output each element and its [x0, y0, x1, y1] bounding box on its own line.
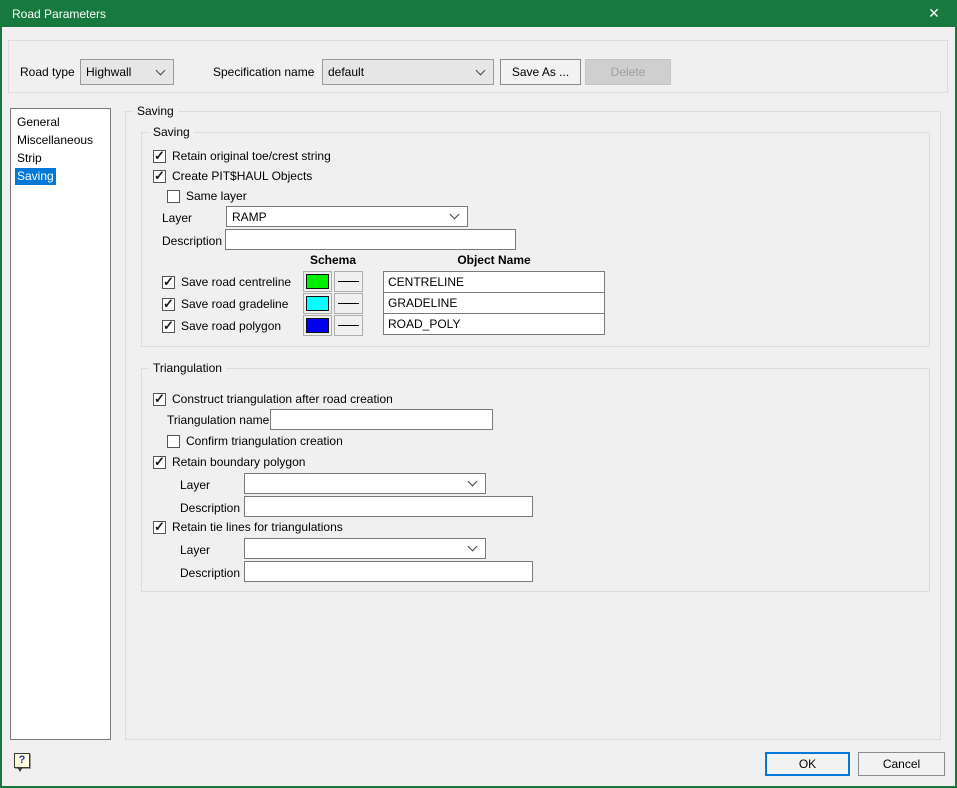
confirm-triangulation-checkbox-row[interactable]: Confirm triangulation creation — [167, 433, 343, 449]
gradeline-name-input[interactable] — [383, 292, 605, 314]
spec-name-label: Specification name — [213, 65, 314, 80]
checkbox-label: Retain boundary polygon — [172, 455, 305, 469]
save-polygon-checkbox-row[interactable]: Save road polygon — [162, 318, 281, 334]
spec-name-value: default — [328, 65, 477, 79]
checkbox-label: Save road polygon — [181, 319, 281, 333]
layer-combobox[interactable]: RAMP — [226, 206, 468, 227]
polygon-name-input[interactable] — [383, 313, 605, 335]
cancel-button[interactable]: Cancel — [858, 752, 945, 776]
save-gradeline-checkbox-row[interactable]: Save road gradeline — [162, 296, 288, 312]
tie-description-label: Description — [180, 566, 240, 581]
triangulation-name-input[interactable] — [270, 409, 493, 430]
road-type-combobox[interactable]: Highwall — [80, 59, 174, 85]
close-button[interactable]: ✕ — [911, 0, 957, 27]
checkbox-icon[interactable] — [153, 456, 166, 469]
checkbox-icon[interactable] — [167, 435, 180, 448]
save-as-button[interactable]: Save As ... — [500, 59, 581, 85]
checkbox-label: Create PIT$HAUL Objects — [172, 169, 312, 183]
tie-layer-combobox[interactable] — [244, 538, 486, 559]
checkbox-icon[interactable] — [162, 276, 175, 289]
checkbox-icon[interactable] — [153, 521, 166, 534]
chevron-down-icon — [468, 542, 478, 552]
same-layer-checkbox-row[interactable]: Same layer — [167, 188, 247, 204]
saving-page-group-title: Saving — [133, 104, 178, 119]
description-input[interactable] — [225, 229, 516, 250]
colour-swatch — [306, 296, 329, 311]
sidebar-item-strip[interactable]: Strip — [11, 149, 110, 167]
close-icon: ✕ — [928, 5, 940, 22]
checkbox-icon[interactable] — [162, 320, 175, 333]
checkbox-icon[interactable] — [162, 298, 175, 311]
chevron-down-icon — [156, 65, 166, 75]
checkbox-icon[interactable] — [167, 190, 180, 203]
title-bar: Road Parameters — [0, 0, 957, 27]
line-style-icon — [338, 325, 359, 326]
tie-layer-label: Layer — [180, 543, 210, 558]
tie-description-input[interactable] — [244, 561, 533, 582]
triangulation-name-label: Triangulation name — [167, 413, 269, 428]
gradeline-colour-button[interactable] — [303, 293, 332, 314]
checkbox-icon[interactable] — [153, 150, 166, 163]
checkbox-label: Confirm triangulation creation — [186, 434, 343, 448]
schema-header: Schema — [301, 253, 365, 268]
spec-name-combobox[interactable]: default — [322, 59, 494, 85]
boundary-layer-label: Layer — [180, 478, 210, 493]
saving-group-title: Saving — [149, 125, 194, 140]
create-pithaul-checkbox-row[interactable]: Create PIT$HAUL Objects — [153, 168, 312, 184]
page-listbox[interactable]: General Miscellaneous Strip Saving — [10, 108, 111, 740]
checkbox-label: Retain tie lines for triangulations — [172, 520, 343, 534]
checkbox-label: Save road centreline — [181, 275, 291, 289]
road-type-value: Highwall — [86, 65, 157, 79]
triangulation-group-title: Triangulation — [149, 361, 226, 376]
boundary-description-label: Description — [180, 501, 240, 516]
save-centreline-checkbox-row[interactable]: Save road centreline — [162, 274, 291, 290]
checkbox-label: Construct triangulation after road creat… — [172, 392, 393, 406]
colour-swatch — [306, 318, 329, 333]
centreline-colour-button[interactable] — [303, 271, 332, 292]
polygon-colour-button[interactable] — [303, 315, 332, 336]
sidebar-item-miscellaneous[interactable]: Miscellaneous — [11, 131, 110, 149]
chevron-down-icon — [450, 210, 460, 220]
retain-tie-lines-checkbox-row[interactable]: Retain tie lines for triangulations — [153, 519, 343, 535]
checkbox-label: Retain original toe/crest string — [172, 149, 331, 163]
sidebar-item-saving[interactable]: Saving — [11, 167, 110, 185]
layer-label: Layer — [162, 211, 192, 226]
boundary-description-input[interactable] — [244, 496, 533, 517]
retain-boundary-checkbox-row[interactable]: Retain boundary polygon — [153, 454, 305, 470]
boundary-layer-combobox[interactable] — [244, 473, 486, 494]
road-type-label: Road type — [20, 65, 75, 80]
checkbox-icon[interactable] — [153, 393, 166, 406]
ok-button[interactable]: OK — [765, 752, 850, 776]
delete-button: Delete — [585, 59, 671, 85]
polygon-linestyle-button[interactable] — [334, 315, 363, 336]
help-button[interactable]: ? — [14, 753, 30, 768]
retain-toe-crest-checkbox-row[interactable]: Retain original toe/crest string — [153, 148, 331, 164]
centreline-name-input[interactable] — [383, 271, 605, 293]
checkbox-icon[interactable] — [153, 170, 166, 183]
line-style-icon — [338, 303, 359, 304]
checkbox-label: Save road gradeline — [181, 297, 288, 311]
chevron-down-icon — [468, 477, 478, 487]
object-name-header: Object Name — [383, 253, 605, 268]
window-title: Road Parameters — [12, 7, 106, 21]
colour-swatch — [306, 274, 329, 289]
construct-triangulation-checkbox-row[interactable]: Construct triangulation after road creat… — [153, 391, 393, 407]
centreline-linestyle-button[interactable] — [334, 271, 363, 292]
help-icon: ? — [19, 754, 26, 767]
line-style-icon — [338, 281, 359, 282]
sidebar-item-general[interactable]: General — [11, 113, 110, 131]
gradeline-linestyle-button[interactable] — [334, 293, 363, 314]
chevron-down-icon — [476, 65, 486, 75]
layer-value: RAMP — [232, 210, 451, 224]
checkbox-label: Same layer — [186, 189, 247, 203]
description-label: Description — [162, 234, 222, 249]
road-parameters-dialog: { "window": { "title": "Road Parameters"… — [0, 0, 957, 788]
